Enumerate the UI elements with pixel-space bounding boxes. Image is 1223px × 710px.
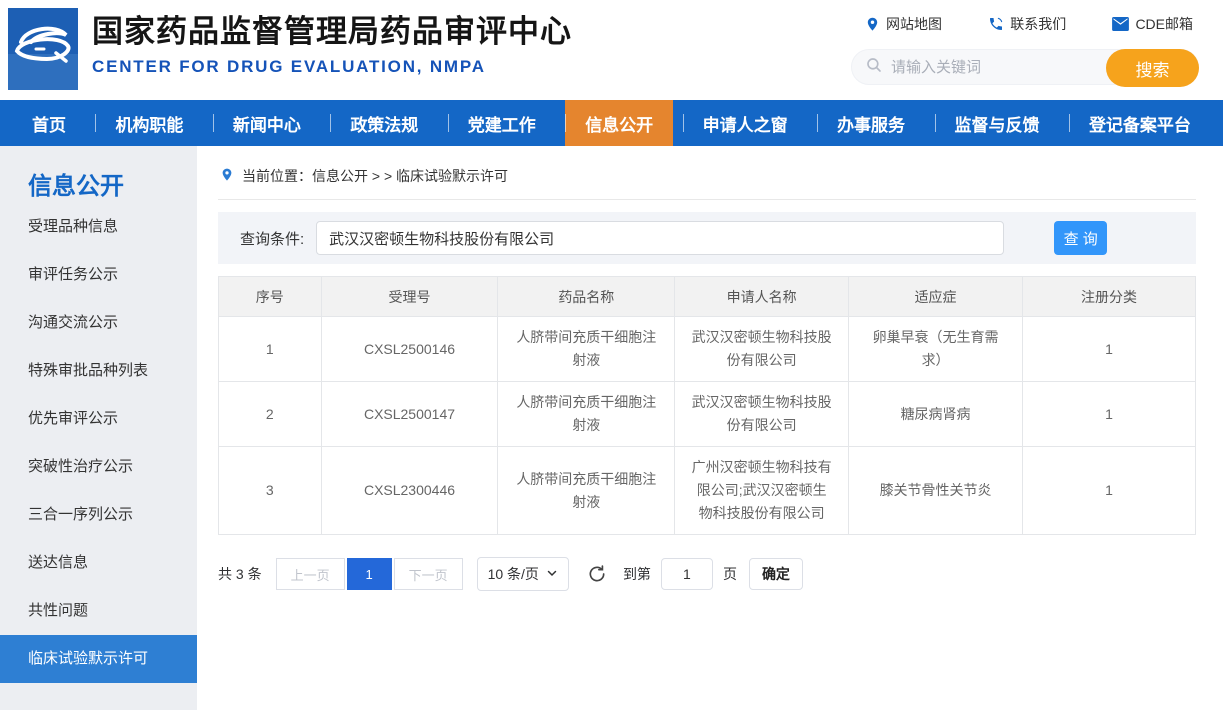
- cell-acceptance-number: CXSL2500147: [321, 382, 498, 447]
- page-unit-label: 页: [723, 564, 737, 584]
- table-row: 1 CXSL2500146 人脐带间充质干细胞注射液 武汉汉密顿生物科技股份有限…: [219, 317, 1196, 382]
- cell-index: 3: [219, 447, 322, 535]
- col-header-index: 序号: [219, 277, 322, 317]
- site-header: 国家药品监督管理局药品审评中心 CENTER FOR DRUG EVALUATI…: [0, 0, 1223, 100]
- cell-index: 1: [219, 317, 322, 382]
- site-title: 国家药品监督管理局药品审评中心: [92, 12, 572, 52]
- sidebar-item-three-in-one[interactable]: 三合一序列公示: [0, 491, 197, 539]
- sidebar-item-priority-review[interactable]: 优先审评公示: [0, 395, 197, 443]
- site-search: 搜索: [851, 49, 1199, 85]
- sidebar-item-delivery-info[interactable]: 送达信息: [0, 539, 197, 587]
- page-size-select[interactable]: 10 条/页: [477, 557, 569, 591]
- phone-icon: [988, 16, 1004, 32]
- sidebar: 信息公开 受理品种信息 审评任务公示 沟通交流公示 特殊审批品种列表 优先审评公…: [0, 146, 197, 710]
- cell-indication: 卵巢早衰（无生育需求）: [849, 317, 1023, 382]
- sidebar-item-clinical-trial-implied-license[interactable]: 临床试验默示许可: [0, 635, 197, 683]
- sidebar-item-special-approval[interactable]: 特殊审批品种列表: [0, 347, 197, 395]
- goto-page-input[interactable]: [661, 558, 713, 590]
- col-header-acceptance-number: 受理号: [321, 277, 498, 317]
- nav-item-info-disclosure[interactable]: 信息公开: [565, 100, 673, 146]
- cell-indication: 膝关节骨性关节炎: [849, 447, 1023, 535]
- sidebar-title: 信息公开: [0, 146, 197, 203]
- cell-registration-category: 1: [1023, 447, 1196, 535]
- sidebar-item-common-issues[interactable]: 共性问题: [0, 587, 197, 635]
- nav-item-functions[interactable]: 机构职能: [95, 100, 203, 146]
- mailbox-label: CDE邮箱: [1135, 14, 1193, 34]
- refresh-icon[interactable]: [587, 564, 607, 584]
- contact-link[interactable]: 联系我们: [988, 14, 1066, 34]
- utility-links: 网站地图 联系我们 CDE邮箱: [851, 8, 1199, 34]
- table-row: 2 CXSL2500147 人脐带间充质干细胞注射液 武汉汉密顿生物科技股份有限…: [219, 382, 1196, 447]
- query-label: 查询条件:: [240, 228, 304, 249]
- breadcrumb-text: 当前位置：信息公开 > > 临床试验默示许可: [242, 166, 508, 186]
- nav-item-applicant-window[interactable]: 申请人之窗: [683, 100, 808, 146]
- page-size-value: 10 条/页: [488, 564, 539, 584]
- sidebar-item-communication[interactable]: 沟通交流公示: [0, 299, 197, 347]
- contact-label: 联系我们: [1010, 14, 1066, 34]
- site-search-button[interactable]: 搜索: [1106, 49, 1199, 87]
- location-pin-icon: [865, 16, 880, 32]
- cell-registration-category: 1: [1023, 317, 1196, 382]
- sitemap-link[interactable]: 网站地图: [865, 14, 942, 34]
- confirm-button[interactable]: 确定: [749, 558, 803, 590]
- mailbox-link[interactable]: CDE邮箱: [1112, 14, 1193, 34]
- nav-item-news[interactable]: 新闻中心: [213, 100, 321, 146]
- cell-applicant-name: 武汉汉密顿生物科技股份有限公司: [675, 317, 849, 382]
- main-nav: 首页 机构职能 新闻中心 政策法规 党建工作 信息公开 申请人之窗 办事服务 监…: [0, 100, 1223, 146]
- nav-item-services[interactable]: 办事服务: [817, 100, 925, 146]
- breadcrumb: 当前位置：信息公开 > > 临床试验默示许可: [218, 146, 1196, 200]
- cde-logo-icon: [8, 8, 78, 90]
- main-content: 当前位置：信息公开 > > 临床试验默示许可 查询条件: 查 询 序号 受理号 …: [197, 146, 1223, 710]
- col-header-registration-category: 注册分类: [1023, 277, 1196, 317]
- cell-drug-name: 人脐带间充质干细胞注射液: [498, 317, 675, 382]
- brand: 国家药品监督管理局药品审评中心 CENTER FOR DRUG EVALUATI…: [8, 8, 572, 90]
- sitemap-label: 网站地图: [886, 14, 942, 34]
- nav-item-party[interactable]: 党建工作: [448, 100, 556, 146]
- sidebar-item-breakthrough-therapy[interactable]: 突破性治疗公示: [0, 443, 197, 491]
- cell-applicant-name: 广州汉密顿生物科技有限公司;武汉汉密顿生物科技股份有限公司: [675, 447, 849, 535]
- cell-applicant-name: 武汉汉密顿生物科技股份有限公司: [675, 382, 849, 447]
- col-header-applicant-name: 申请人名称: [675, 277, 849, 317]
- current-page-button[interactable]: 1: [347, 558, 392, 590]
- query-button[interactable]: 查 询: [1054, 221, 1107, 255]
- col-header-indication: 适应症: [849, 277, 1023, 317]
- pagination: 共 3 条 上一页 1 下一页 10 条/页 到第 页 确定: [218, 557, 1196, 591]
- cell-acceptance-number: CXSL2300446: [321, 447, 498, 535]
- total-count: 共 3 条: [218, 564, 262, 584]
- table-row: 3 CXSL2300446 人脐带间充质干细胞注射液 广州汉密顿生物科技有限公司…: [219, 447, 1196, 535]
- cell-index: 2: [219, 382, 322, 447]
- cell-indication: 糖尿病肾病: [849, 382, 1023, 447]
- table-header-row: 序号 受理号 药品名称 申请人名称 适应症 注册分类: [219, 277, 1196, 317]
- results-table: 序号 受理号 药品名称 申请人名称 适应症 注册分类 1 CXSL2500146…: [218, 276, 1196, 535]
- next-page-button[interactable]: 下一页: [394, 558, 463, 590]
- col-header-drug-name: 药品名称: [498, 277, 675, 317]
- sidebar-item-review-tasks[interactable]: 审评任务公示: [0, 251, 197, 299]
- nav-item-registration-platform[interactable]: 登记备案平台: [1069, 100, 1211, 146]
- cell-registration-category: 1: [1023, 382, 1196, 447]
- envelope-icon: [1112, 17, 1129, 31]
- prev-page-button[interactable]: 上一页: [276, 558, 345, 590]
- query-bar: 查询条件: 查 询: [218, 212, 1196, 264]
- nav-item-policies[interactable]: 政策法规: [330, 100, 438, 146]
- cell-drug-name: 人脐带间充质干细胞注射液: [498, 382, 675, 447]
- cell-drug-name: 人脐带间充质干细胞注射液: [498, 447, 675, 535]
- goto-label: 到第: [623, 564, 651, 584]
- breadcrumb-pin-icon: [220, 166, 234, 186]
- search-icon: [865, 56, 883, 79]
- cell-acceptance-number: CXSL2500146: [321, 317, 498, 382]
- sidebar-item-accepted-varieties[interactable]: 受理品种信息: [0, 203, 197, 251]
- query-input[interactable]: [316, 221, 1004, 255]
- site-subtitle: CENTER FOR DRUG EVALUATION, NMPA: [92, 57, 572, 77]
- nav-item-supervision[interactable]: 监督与反馈: [935, 100, 1060, 146]
- nav-item-home[interactable]: 首页: [12, 100, 86, 146]
- chevron-down-icon: [546, 566, 558, 582]
